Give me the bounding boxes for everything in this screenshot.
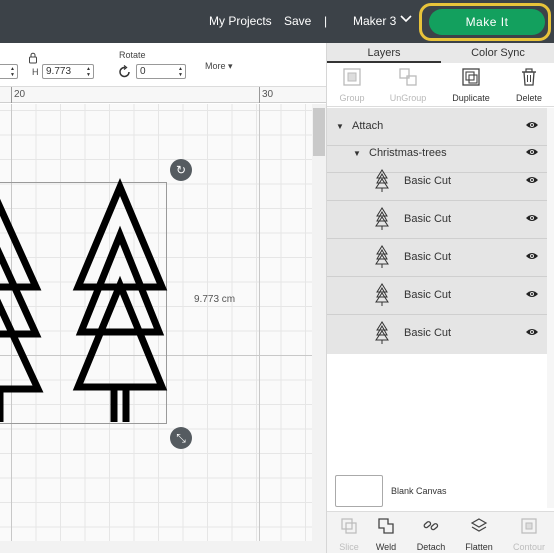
- rotate-label: Rotate: [119, 50, 146, 60]
- flatten-icon: [470, 518, 488, 532]
- width-stepper[interactable]: ▲ ▼: [0, 64, 18, 79]
- rotate-value: 0: [140, 66, 146, 77]
- caret-down-icon[interactable]: ▼: [336, 122, 344, 131]
- my-projects-link[interactable]: My Projects: [209, 14, 272, 28]
- tree-thumbnail-icon: [375, 245, 389, 268]
- tab-layers[interactable]: Layers: [327, 43, 441, 63]
- bottom-tools: Slice Weld Detach Flatten Contour: [327, 511, 554, 553]
- rotate-stepper[interactable]: 0 ▲ ▼: [136, 64, 186, 79]
- flatten-button[interactable]: Flatten: [457, 512, 501, 553]
- eye-icon[interactable]: [525, 327, 539, 337]
- horizontal-ruler: 20 30: [0, 87, 326, 103]
- eye-icon[interactable]: [525, 120, 539, 130]
- save-button[interactable]: Save: [284, 14, 311, 28]
- group-icon: [343, 68, 361, 86]
- blank-canvas-label: Blank Canvas: [391, 486, 447, 496]
- tab-color-sync[interactable]: Color Sync: [441, 43, 554, 63]
- layer-item[interactable]: Basic Cut: [327, 277, 547, 315]
- tree-thumbnail-icon: [375, 321, 389, 344]
- weld-icon: [378, 518, 394, 534]
- eye-icon[interactable]: [525, 213, 539, 223]
- layer-group-label: Christmas-trees: [369, 147, 447, 159]
- stepper-arrows-icon[interactable]: ▲ ▼: [86, 66, 91, 78]
- topbar-separator: |: [324, 14, 328, 28]
- slice-icon: [341, 518, 357, 534]
- duplicate-button[interactable]: Duplicate: [446, 63, 496, 107]
- caret-down-icon[interactable]: ▼: [353, 149, 361, 158]
- ungroup-button[interactable]: UnGroup: [383, 63, 433, 107]
- tree-thumbnail-icon: [375, 169, 389, 192]
- ruler-label: 20: [14, 89, 26, 100]
- layer-item[interactable]: Basic Cut: [327, 315, 547, 353]
- tree-thumbnail-icon: [375, 207, 389, 230]
- design-canvas[interactable]: ↻ ⤡ 9.773 cm: [0, 104, 312, 541]
- machine-selector[interactable]: Maker 3: [353, 14, 396, 28]
- layer-item[interactable]: Basic Cut: [327, 239, 547, 277]
- duplicate-icon: [462, 68, 480, 86]
- eye-icon[interactable]: [525, 251, 539, 261]
- layers-panel: Layers Color Sync Group UnGroup Duplicat…: [326, 43, 554, 553]
- ruler-label: 30: [262, 89, 274, 100]
- layer-tools: Group UnGroup Duplicate Delete: [327, 63, 554, 107]
- ungroup-icon: [399, 68, 417, 86]
- horizontal-scrollbar[interactable]: [0, 541, 326, 553]
- weld-button[interactable]: Weld: [364, 512, 408, 553]
- dimension-label: 9.773 cm: [194, 294, 236, 305]
- height-label: H: [32, 67, 39, 77]
- vertical-scroll-thumb[interactable]: [313, 108, 325, 156]
- eye-icon[interactable]: [525, 289, 539, 299]
- rotate-handle-icon[interactable]: ↻: [170, 159, 192, 181]
- height-stepper[interactable]: 9.773 ▲ ▼: [42, 64, 94, 79]
- eye-icon[interactable]: [525, 147, 539, 157]
- delete-button[interactable]: Delete: [504, 63, 554, 107]
- stepper-arrows-icon[interactable]: ▲ ▼: [10, 66, 15, 78]
- resize-handle-icon[interactable]: ⤡: [170, 427, 192, 449]
- more-label: More: [205, 61, 226, 71]
- edit-toolbar: ▲ ▼ H 9.773 ▲ ▼ Rotate 0 ▲ ▼ More ▾: [0, 43, 326, 87]
- group-button[interactable]: Group: [327, 63, 377, 107]
- eye-icon[interactable]: [525, 175, 539, 185]
- layers-list: ▼ Attach ▼ Christmas-trees Basic Cut Bas…: [327, 108, 547, 354]
- rotate-icon: [119, 65, 130, 78]
- contour-button[interactable]: Contour: [507, 512, 551, 553]
- tree-thumbnail-icon: [375, 283, 389, 306]
- layer-attach-label: Attach: [352, 120, 384, 132]
- top-bar: My Projects Save | Maker 3 Make It: [0, 0, 554, 43]
- more-menu[interactable]: More ▾: [205, 61, 233, 72]
- layer-item[interactable]: Basic Cut: [327, 201, 547, 239]
- trash-icon: [522, 68, 536, 86]
- panel-tabs: Layers Color Sync: [327, 43, 554, 63]
- make-it-button[interactable]: Make It: [429, 9, 545, 35]
- detach-icon: [423, 521, 439, 531]
- chevron-down-icon[interactable]: [400, 14, 412, 24]
- stepper-arrows-icon[interactable]: ▲ ▼: [178, 66, 183, 78]
- layer-item[interactable]: Basic Cut: [327, 163, 547, 201]
- lock-icon[interactable]: [28, 52, 38, 64]
- vertical-scrollbar[interactable]: [312, 104, 326, 541]
- detach-button[interactable]: Detach: [409, 512, 453, 553]
- blank-canvas-swatch[interactable]: [335, 475, 383, 507]
- contour-icon: [521, 518, 537, 534]
- christmas-trees-artwork[interactable]: [0, 104, 312, 541]
- panel-scrollbar[interactable]: [547, 108, 554, 508]
- height-value: 9.773: [46, 66, 72, 77]
